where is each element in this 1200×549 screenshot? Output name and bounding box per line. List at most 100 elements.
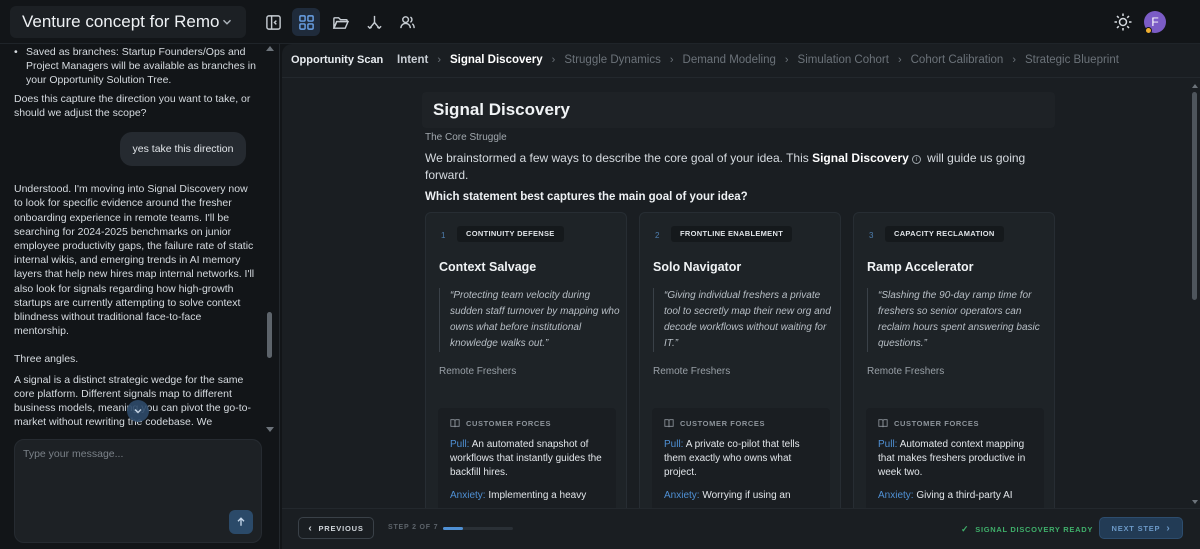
pull-text: An automated snapshot of workflows that … — [450, 439, 602, 478]
scroll-down-arrow-icon[interactable] — [266, 427, 274, 432]
customer-forces: CUSTOMER FORCES Pull: A private co-pilot… — [652, 408, 830, 508]
anxiety-label: Anxiety: — [878, 490, 914, 501]
chevron-down-icon — [223, 19, 231, 25]
branch-icon[interactable] — [360, 8, 388, 36]
main-content[interactable]: Signal Discovery The Core Struggle We br… — [282, 78, 1192, 508]
description-highlight: Signal Discovery — [812, 151, 909, 165]
step-demand-modeling[interactable]: Demand Modeling — [683, 54, 776, 66]
book-icon — [664, 419, 674, 428]
scroll-to-bottom-button[interactable] — [127, 400, 149, 422]
check-icon: ✓ — [961, 524, 970, 534]
option-card-context-salvage[interactable]: 1 CONTINUITY DEFENSE Context Salvage “Pr… — [425, 212, 627, 508]
chevron-right-icon: › — [1012, 54, 1016, 66]
section-subtitle: The Core Struggle — [425, 132, 507, 143]
project-selector[interactable]: Venture concept for Remo... — [10, 6, 246, 38]
step-navigation: Opportunity Scan Intent › Signal Discove… — [282, 44, 1200, 78]
step-strategic-blueprint[interactable]: Strategic Blueprint — [1025, 54, 1119, 66]
chevron-right-icon: › — [669, 54, 674, 66]
description-text: We brainstormed a few ways to describe t… — [425, 151, 813, 165]
chevron-left-icon: ‹ — [308, 522, 313, 534]
scroll-up-arrow-icon[interactable] — [266, 46, 274, 51]
option-audience: Remote Freshers — [439, 366, 517, 377]
step-signal-discovery[interactable]: Signal Discovery — [450, 54, 543, 66]
section-label: Opportunity Scan — [291, 54, 384, 66]
previous-label: PREVIOUS — [318, 523, 364, 533]
option-audience: Remote Freshers — [867, 366, 945, 377]
pull-text: A private co-pilot that tells them exact… — [664, 439, 800, 478]
force-anxiety: Anxiety: Giving a third-party AI — [878, 489, 1032, 503]
assistant-message: Three angles. — [14, 353, 79, 366]
step-footer: ‹ PREVIOUS STEP 2 OF 7 ✓ SIGNAL DISCOVER… — [282, 508, 1200, 549]
option-tag: FRONTLINE ENABLEMENT — [671, 226, 793, 242]
grid-icon[interactable] — [292, 8, 320, 36]
forces-header: CUSTOMER FORCES — [664, 418, 818, 428]
main-panel: Opportunity Scan Intent › Signal Discove… — [282, 44, 1200, 549]
sidebar-toggle-icon[interactable] — [259, 8, 287, 36]
chevron-right-icon: › — [1166, 522, 1171, 534]
forces-label: CUSTOMER FORCES — [894, 418, 980, 428]
customer-forces: CUSTOMER FORCES Pull: Automated context … — [866, 408, 1044, 508]
option-title: Ramp Accelerator — [867, 260, 974, 274]
step-progress-bar — [443, 527, 513, 530]
scroll-down-arrow-icon[interactable] — [1192, 500, 1198, 504]
scroll-up-arrow-icon[interactable] — [1192, 84, 1198, 88]
option-quote: “Protecting team velocity during sudden … — [439, 288, 621, 352]
main-scrollbar[interactable] — [1192, 84, 1198, 504]
message-composer — [14, 439, 262, 543]
anxiety-text: Implementing a heavy — [488, 490, 587, 501]
folder-icon[interactable] — [326, 8, 354, 36]
option-card-ramp-accelerator[interactable]: 3 CAPACITY RECLAMATION Ramp Accelerator … — [853, 212, 1055, 508]
user-avatar[interactable]: F — [1144, 11, 1166, 34]
anxiety-label: Anxiety: — [664, 490, 700, 501]
pull-text: Automated context mapping that makes fre… — [878, 439, 1026, 478]
ready-status: ✓ SIGNAL DISCOVERY READY — [961, 524, 1093, 535]
force-pull: Pull: An automated snapshot of workflows… — [450, 438, 604, 480]
selection-question: Which statement best captures the main g… — [425, 191, 748, 203]
option-tag: CAPACITY RECLAMATION — [885, 226, 1004, 242]
top-bar: Venture concept for Remo... F — [0, 0, 1200, 44]
forces-header: CUSTOMER FORCES — [878, 418, 1032, 428]
step-counter: STEP 2 OF 7 — [388, 524, 439, 531]
info-icon[interactable]: i — [911, 155, 921, 164]
sun-icon[interactable] — [1113, 12, 1133, 32]
avatar-initial: F — [1151, 15, 1159, 29]
book-icon — [450, 419, 460, 428]
previous-button[interactable]: ‹ PREVIOUS — [298, 517, 374, 539]
main-scroll-thumb[interactable] — [1192, 92, 1197, 300]
option-number: 2 — [655, 231, 660, 240]
chevron-right-icon: › — [437, 54, 441, 66]
option-card-solo-navigator[interactable]: 2 FRONTLINE ENABLEMENT Solo Navigator “G… — [639, 212, 841, 508]
status-dot — [1145, 27, 1152, 34]
step-struggle-dynamics[interactable]: Struggle Dynamics — [564, 54, 661, 66]
option-title: Context Salvage — [439, 260, 537, 274]
chat-messages[interactable]: Saved as branches: Startup Founders/Ops … — [0, 44, 272, 434]
assistant-question: Does this capture the direction you want… — [14, 92, 251, 119]
next-step-button[interactable]: NEXT STEP › — [1099, 517, 1183, 539]
message-input[interactable] — [23, 448, 253, 498]
option-number: 1 — [441, 231, 446, 240]
forces-header: CUSTOMER FORCES — [450, 418, 604, 428]
chevron-right-icon: › — [784, 54, 789, 66]
step-cohort-calibration[interactable]: Cohort Calibration — [911, 54, 1004, 66]
chat-scroll-thumb[interactable] — [267, 312, 272, 358]
project-title: Venture concept for Remo... — [22, 12, 220, 31]
option-quote: “Giving individual freshers a private to… — [653, 288, 835, 352]
anxiety-text: Worrying if using an — [702, 490, 791, 501]
option-audience: Remote Freshers — [653, 366, 731, 377]
chevron-down-icon — [134, 408, 142, 414]
chat-scrollbar[interactable] — [266, 44, 274, 434]
force-pull: Pull: Automated context mapping that mak… — [878, 438, 1032, 480]
users-icon[interactable] — [393, 8, 421, 36]
forces-label: CUSTOMER FORCES — [466, 418, 552, 428]
user-message: yes take this direction — [120, 132, 246, 167]
option-tag: CONTINUITY DEFENSE — [457, 226, 564, 242]
breadcrumb: Intent › Signal Discovery › Struggle Dyn… — [397, 54, 1119, 66]
option-quote: “Slashing the 90-day ramp time for fresh… — [867, 288, 1049, 352]
step-intent[interactable]: Intent — [397, 54, 428, 66]
step-simulation-cohort[interactable]: Simulation Cohort — [798, 54, 889, 66]
send-button[interactable] — [229, 510, 253, 534]
arrow-up-icon — [237, 517, 245, 526]
chat-bullet: Saved as branches: Startup Founders/Ops … — [14, 45, 258, 88]
anxiety-text: Giving a third-party AI — [916, 490, 1013, 501]
option-number: 3 — [869, 231, 874, 240]
